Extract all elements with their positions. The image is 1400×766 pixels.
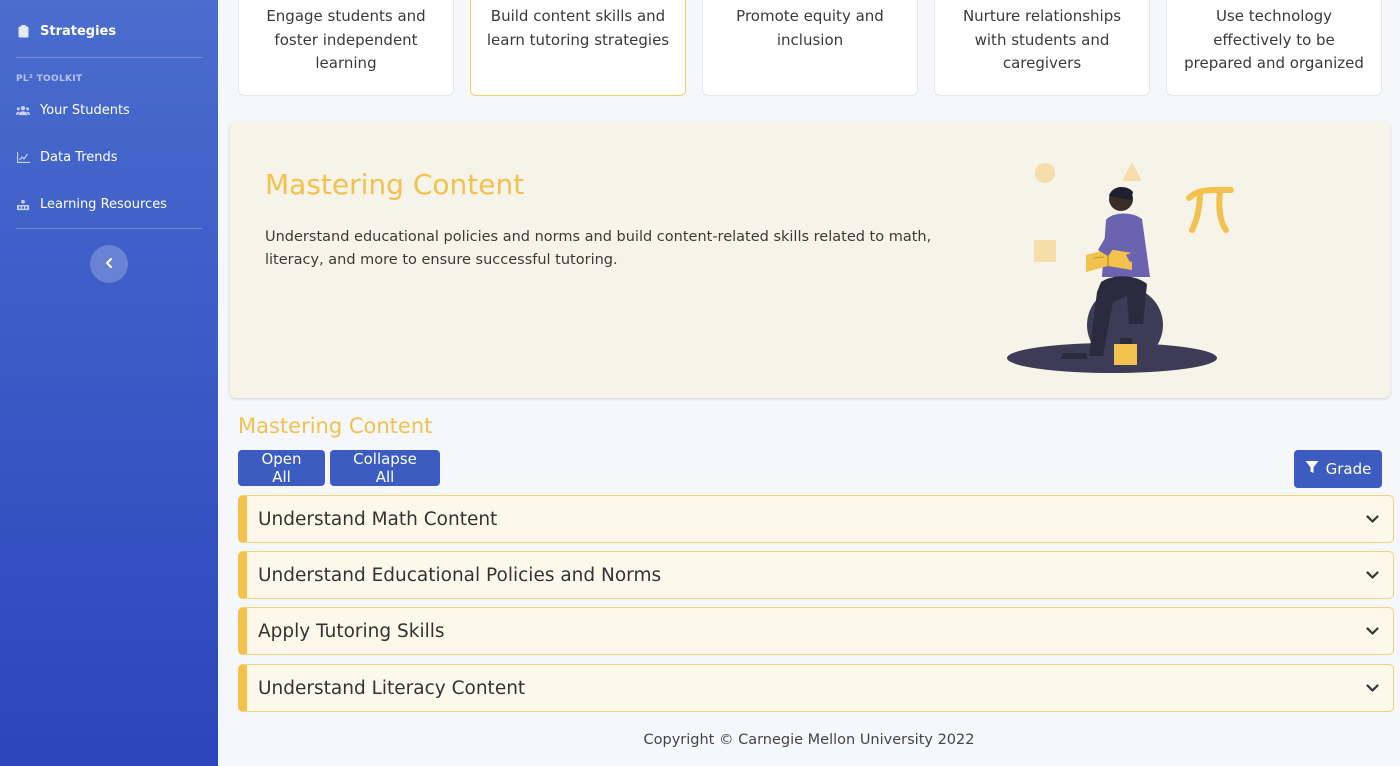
accordion-label: Apply Tutoring Skills — [258, 620, 445, 642]
sidebar-section-label: PL² TOOLKIT — [16, 74, 83, 84]
accordion-label: Understand Math Content — [258, 508, 498, 530]
chevron-down-icon — [1365, 512, 1379, 526]
grade-filter-label: Grade — [1325, 460, 1372, 478]
sidebar-divider — [16, 228, 202, 229]
sidebar-divider — [16, 57, 202, 58]
category-card-engage[interactable]: Engage students and foster independent l… — [238, 0, 454, 96]
filter-icon — [1305, 460, 1319, 478]
sidebar-item-your-students[interactable]: Your Students — [16, 103, 130, 118]
chart-icon — [16, 151, 30, 165]
chevron-left-icon — [105, 256, 113, 272]
category-card-label: Use technology effectively to be prepare… — [1184, 7, 1364, 72]
open-all-button[interactable]: Open All — [238, 450, 325, 486]
sidebar-item-label: Your Students — [40, 103, 130, 118]
hero-illustration — [1007, 162, 1234, 373]
sidebar: Strategies PL² TOOLKIT Your Students Dat… — [0, 0, 218, 766]
sidebar-collapse-button[interactable] — [90, 245, 128, 283]
sidebar-item-strategies[interactable]: Strategies — [16, 24, 116, 39]
category-card-relationships[interactable]: Nurture relationships with students and … — [934, 0, 1150, 96]
chevron-down-icon — [1365, 624, 1379, 638]
category-card-label: Build content skills and learn tutoring … — [486, 7, 670, 49]
footer-copyright: Copyright © Carnegie Mellon University 2… — [643, 732, 975, 748]
category-card-content-skills[interactable]: Build content skills and learn tutoring … — [470, 0, 686, 96]
collapse-all-button[interactable]: Collapse All — [330, 450, 440, 486]
category-card-label: Nurture relationships with students and … — [962, 7, 1122, 72]
clipboard-icon — [16, 25, 30, 39]
chevron-down-icon — [1365, 681, 1379, 695]
resources-icon — [16, 198, 30, 212]
users-icon — [16, 104, 30, 118]
grade-filter-button[interactable]: Grade — [1294, 450, 1382, 488]
category-card-label: Promote equity and inclusion — [736, 7, 884, 49]
sidebar-item-data-trends[interactable]: Data Trends — [16, 150, 118, 165]
category-card-equity[interactable]: Promote equity and inclusion — [702, 0, 918, 96]
accordion-item-policies[interactable]: Understand Educational Policies and Norm… — [238, 551, 1394, 599]
sidebar-item-label: Learning Resources — [40, 197, 167, 212]
section-title: Mastering Content — [238, 414, 433, 438]
accordion-item-tutoring-skills[interactable]: Apply Tutoring Skills — [238, 607, 1394, 655]
category-card-technology[interactable]: Use technology effectively to be prepare… — [1166, 0, 1382, 96]
sidebar-item-learning-resources[interactable]: Learning Resources — [16, 197, 167, 212]
accordion-item-math[interactable]: Understand Math Content — [238, 495, 1394, 543]
strategy-category-cards: Engage students and foster independent l… — [238, 0, 1383, 96]
hero-title: Mastering Content — [265, 168, 525, 201]
accordion-item-literacy[interactable]: Understand Literacy Content — [238, 664, 1394, 712]
sidebar-item-label: Strategies — [40, 24, 117, 39]
hero-description: Understand educational policies and norm… — [265, 229, 932, 268]
category-card-label: Engage students and foster independent l… — [266, 7, 426, 72]
sidebar-item-label: Data Trends — [40, 150, 118, 165]
accordion-label: Understand Educational Policies and Norm… — [258, 564, 662, 586]
chevron-down-icon — [1365, 568, 1379, 582]
accordion-label: Understand Literacy Content — [258, 677, 526, 699]
hero-banner: Mastering Content Understand educational… — [230, 122, 1390, 398]
